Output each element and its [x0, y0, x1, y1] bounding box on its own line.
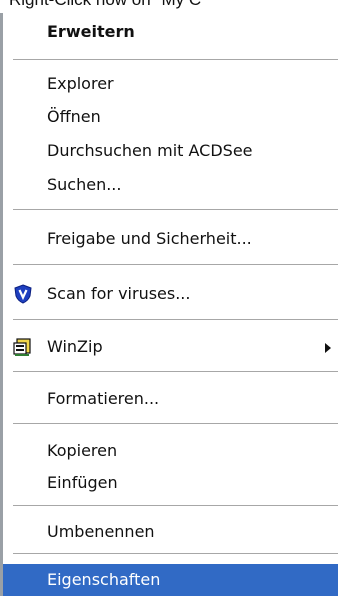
menu-separator [13, 553, 338, 554]
menu-item-label: Formatieren... [47, 389, 160, 408]
submenu-arrow-icon [325, 343, 331, 353]
menu-item-label: Eigenschaften [47, 570, 161, 589]
menu-item-label: WinZip [47, 337, 103, 356]
menu-item-label: Einfügen [47, 473, 118, 492]
shield-icon [14, 284, 32, 304]
caption-text: Right-Click now on "My C [0, 0, 338, 12]
menu-item-erweitern[interactable]: Erweitern [3, 16, 338, 48]
menu-separator [13, 209, 338, 210]
menu-item-winzip[interactable]: WinZip [3, 331, 338, 363]
menu-item-label: Suchen... [47, 175, 122, 194]
menu-item-suchen[interactable]: Suchen... [3, 169, 338, 201]
menu-item-label: Durchsuchen mit ACDSee [47, 141, 253, 160]
menu-item-umbenennen[interactable]: Umbenennen [3, 516, 338, 548]
menu-item-label: Erweitern [47, 22, 135, 41]
menu-separator [13, 59, 338, 60]
menu-separator [13, 371, 338, 372]
menu-item-label: Freigabe und Sicherheit... [47, 229, 252, 248]
winzip-icon [13, 338, 31, 356]
menu-item-explorer[interactable]: Explorer [3, 68, 338, 100]
menu-separator [13, 423, 338, 424]
context-menu: Erweitern Explorer Öffnen Durchsuchen mi… [0, 13, 338, 596]
menu-item-einfuegen[interactable]: Einfügen [3, 467, 338, 499]
menu-item-label: Umbenennen [47, 522, 155, 541]
menu-separator [13, 505, 338, 506]
menu-item-label: Öffnen [47, 107, 101, 126]
page: Right-Click now on "My C Erweitern Explo… [0, 0, 338, 596]
menu-item-eigenschaften[interactable]: Eigenschaften [3, 564, 338, 596]
menu-item-label: Kopieren [47, 441, 118, 460]
menu-item-durchsuchen-acdsee[interactable]: Durchsuchen mit ACDSee [3, 135, 338, 167]
menu-item-freigabe-sicherheit[interactable]: Freigabe und Sicherheit... [3, 223, 338, 255]
menu-item-label: Scan for viruses... [47, 284, 191, 303]
menu-item-formatieren[interactable]: Formatieren... [3, 383, 338, 415]
menu-item-kopieren[interactable]: Kopieren [3, 435, 338, 467]
menu-item-scan-viruses[interactable]: Scan for viruses... [3, 278, 338, 310]
menu-separator [13, 264, 338, 265]
menu-item-oeffnen[interactable]: Öffnen [3, 101, 338, 133]
menu-separator [13, 319, 338, 320]
menu-item-label: Explorer [47, 74, 114, 93]
